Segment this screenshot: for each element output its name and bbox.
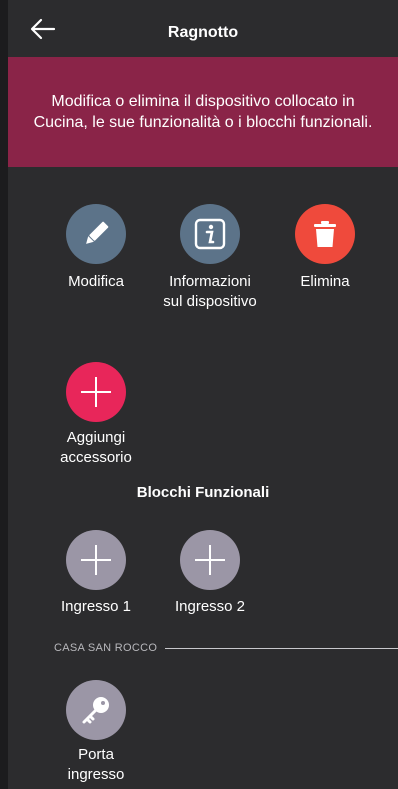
info-banner: Modifica o elimina il dispositivo colloc… xyxy=(8,57,398,167)
device-info-label: Informazioni sul dispositivo xyxy=(150,272,270,312)
add-accessory-label-line1: Aggiungi xyxy=(66,429,126,446)
page-title: Ragnotto xyxy=(167,24,239,41)
plus-icon xyxy=(81,377,111,407)
device-info-label-line2: sul dispositivo xyxy=(163,293,257,310)
divider-line xyxy=(165,647,398,649)
group-divider: CASA SAN ROCCO xyxy=(54,640,398,656)
group-label: CASA SAN ROCCO xyxy=(54,642,158,654)
add-accessory-label-line2: accessorio xyxy=(60,449,132,466)
pencil-icon xyxy=(86,221,109,244)
front-door-label-line2: ingresso xyxy=(67,766,125,783)
add-accessory-button[interactable] xyxy=(66,362,126,422)
input-2-button[interactable] xyxy=(180,530,240,590)
input-1-label: Ingresso 1 xyxy=(60,598,132,615)
edit-label: Modifica xyxy=(68,273,124,290)
top-bar: Ragnotto xyxy=(8,0,398,52)
info-icon xyxy=(194,218,226,250)
banner-text: Modifica o elimina il dispositivo colloc… xyxy=(33,93,373,131)
trash-icon xyxy=(314,221,336,247)
edit-button[interactable] xyxy=(66,204,126,264)
app-screen: Ragnotto Modifica o elimina il dispositi… xyxy=(8,0,398,789)
functional-blocks-title: Blocchi Funzionali xyxy=(136,484,270,501)
key-icon xyxy=(82,697,109,724)
plus-icon xyxy=(195,545,225,575)
delete-button[interactable] xyxy=(295,204,355,264)
input-2-label: Ingresso 2 xyxy=(174,598,246,615)
delete-label: Elimina xyxy=(300,273,350,290)
front-door-label: Porta ingresso xyxy=(46,745,146,785)
device-info-label-line1: Informazioni xyxy=(169,273,251,290)
device-info-button[interactable] xyxy=(180,204,240,264)
front-door-label-line1: Porta xyxy=(78,746,114,763)
add-accessory-label: Aggiungi accessorio xyxy=(46,428,146,468)
plus-icon xyxy=(81,545,111,575)
input-1-button[interactable] xyxy=(66,530,126,590)
front-door-button[interactable] xyxy=(66,680,126,740)
